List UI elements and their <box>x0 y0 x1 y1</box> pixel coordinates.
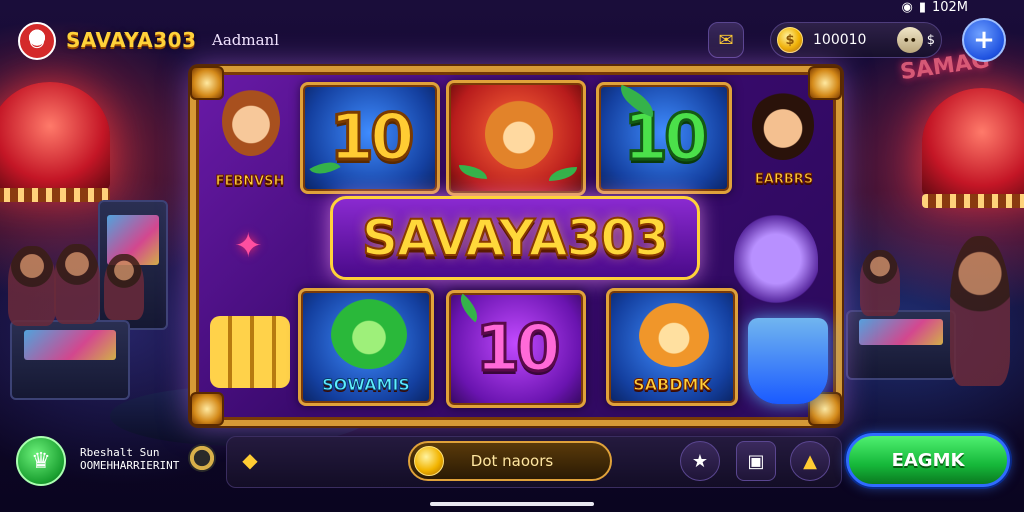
bet-selector[interactable]: Dot naoors <box>408 441 612 481</box>
fox-character <box>639 303 709 367</box>
trophy-button[interactable]: ♛ <box>16 436 66 486</box>
plus-icon: + <box>973 25 995 55</box>
symbol-10: 10 <box>474 312 562 386</box>
promo-label-line2: OOMEHHARRIERINT <box>80 459 180 472</box>
symbol-10: 10 <box>328 101 416 175</box>
brand-title: SAVAYA303 <box>66 28 197 52</box>
queen-character <box>752 90 814 160</box>
status-bar: ◉ ▮ 102M <box>901 0 968 15</box>
promo-label-line1: Rbeshalt Sun <box>80 446 160 459</box>
leaf-decoration <box>459 165 487 179</box>
cocktail-glass-icon <box>748 318 828 404</box>
slot-tile-treasure[interactable] <box>204 292 296 402</box>
brand-subtitle: Aadmanl <box>212 31 280 49</box>
tile-label: SABDMK <box>633 375 712 395</box>
slot-tile-10-pink[interactable]: 10 <box>446 290 586 408</box>
symbol-10: 10 <box>622 101 710 175</box>
chip-icon: •• <box>896 27 923 53</box>
slot-tile-queen[interactable]: EARBRS <box>736 76 832 196</box>
avatar[interactable]: ☺ <box>18 22 56 60</box>
cup-icon: ♛ <box>31 448 51 474</box>
mail-button[interactable]: ✉ <box>708 22 744 58</box>
slot-tile-green-bear[interactable]: SOWAMIS <box>298 288 434 406</box>
coin-balance[interactable]: $ 100010 •• $ <box>770 22 942 58</box>
red-lamp-right <box>922 88 1024 208</box>
princess-character <box>222 86 280 156</box>
gallery-button[interactable]: ▣ <box>736 441 776 481</box>
slot-tile-10-green[interactable]: 10 <box>596 82 732 194</box>
tile-label: FEBNVSH <box>215 174 285 190</box>
home-indicator[interactable] <box>430 502 594 506</box>
coin-icon: $ <box>777 27 803 53</box>
coin-icon <box>414 446 444 476</box>
arcade-cabinet <box>10 320 130 400</box>
gold-bars-icon <box>210 316 290 388</box>
envelope-icon: ✉ <box>718 29 734 51</box>
slot-tile-princess[interactable]: FEBNVSH <box>204 78 296 196</box>
wifi-icon: ◉ <box>901 0 913 15</box>
bear-character <box>485 99 553 169</box>
sparkle-icon: ✦ <box>234 226 263 266</box>
upgrade-button[interactable]: ▲ <box>790 441 830 481</box>
add-coins-button[interactable]: + <box>962 18 1006 62</box>
tile-label: SOWAMIS <box>322 375 411 395</box>
favorite-button[interactable]: ★ <box>680 441 720 481</box>
player-figure <box>54 244 100 324</box>
green-bear-character <box>331 299 407 369</box>
game-title-banner: SAVAYA303 <box>330 196 700 280</box>
leaf-decoration <box>549 167 577 181</box>
slot-tile-10-gold[interactable]: 10 <box>300 82 440 194</box>
arcade-cabinet <box>846 310 956 380</box>
coin-balance-value: 100010 <box>813 32 867 48</box>
player-figure <box>860 250 900 316</box>
star-icon: ★ <box>691 450 709 472</box>
ring-button[interactable] <box>188 444 216 472</box>
game-title: SAVAYA303 <box>361 208 670 268</box>
player-figure <box>950 236 1010 386</box>
chip-label: $ <box>926 32 935 48</box>
slot-tile-bear[interactable] <box>446 80 586 196</box>
arrow-up-icon: ▲ <box>803 450 817 472</box>
gem-icon: ◆ <box>242 448 258 472</box>
image-icon: ▣ <box>747 450 765 472</box>
player-figure <box>8 246 56 326</box>
gem-button[interactable]: ◆ <box>236 446 264 474</box>
player-figure <box>104 254 144 320</box>
status-time: 102M <box>931 0 968 15</box>
tile-label: EARBRS <box>754 172 814 188</box>
battery-icon: ▮ <box>918 0 926 15</box>
bet-label: Dot naoors <box>470 452 554 470</box>
red-lamp-left <box>0 82 110 202</box>
ghost-character <box>734 214 818 304</box>
promo-label: Rbeshalt Sun OOMEHHARRIERINT <box>80 446 179 472</box>
play-button[interactable]: EAGMK <box>846 433 1010 487</box>
slot-tile-fox[interactable]: SABDMK <box>606 288 738 406</box>
